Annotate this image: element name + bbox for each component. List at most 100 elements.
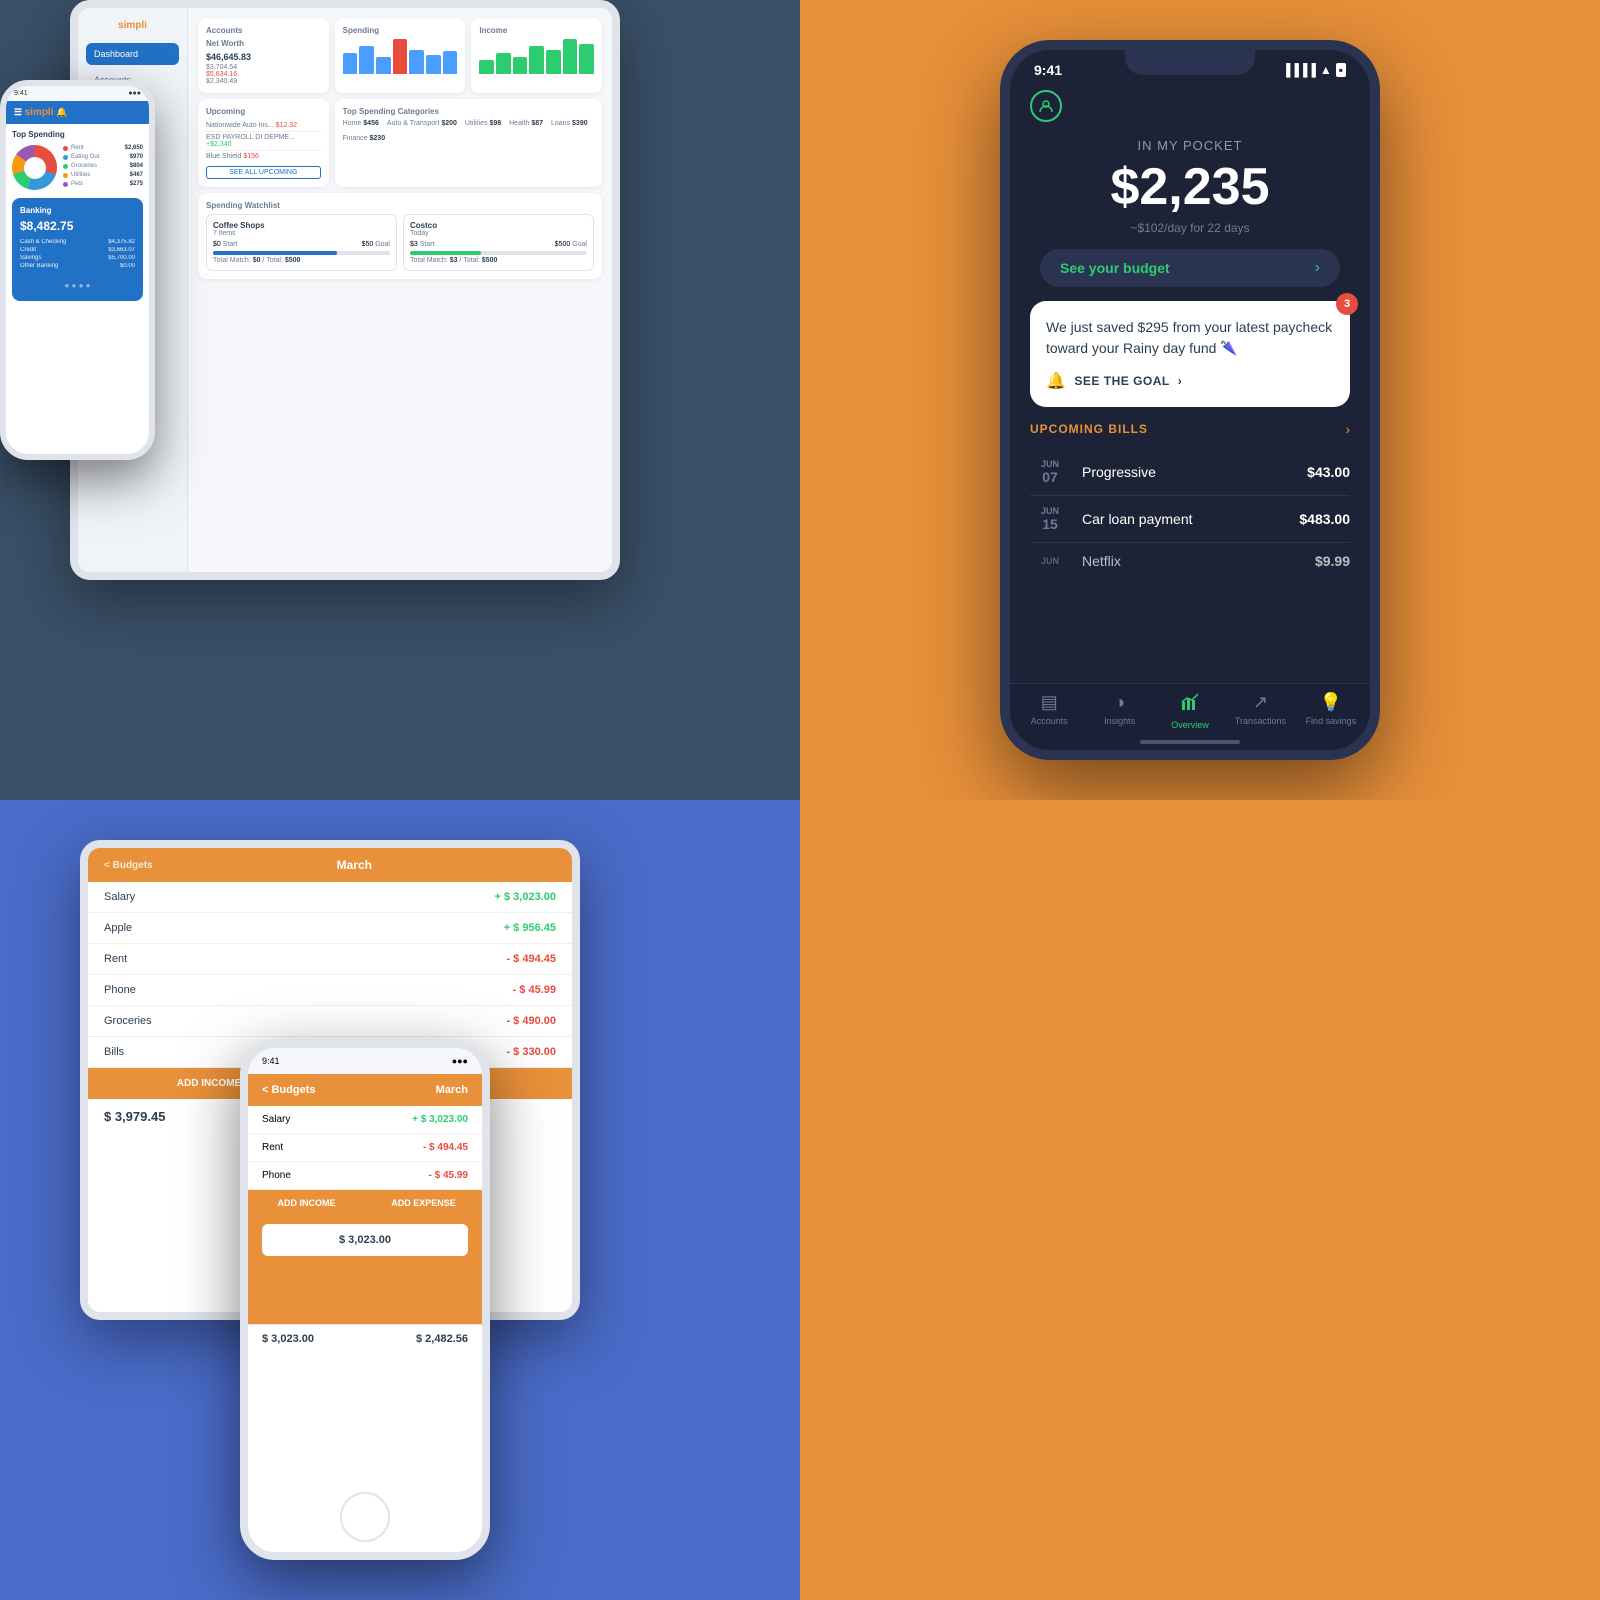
bell-icon: 🔔 <box>1046 371 1066 391</box>
spending-watchlist-card: Spending Watchlist Coffee Shops 7 items … <box>198 193 602 279</box>
overview-tab-label: Overview <box>1171 720 1209 730</box>
total-label2: $ 2,482.56 <box>416 1333 468 1345</box>
rent-name: Rent <box>104 953 127 965</box>
budget-phone-list: Salary + $ 3,023.00 Rent - $ 494.45 Phon… <box>248 1106 482 1190</box>
apple-amount: + $ 956.45 <box>504 922 556 934</box>
status-icons: ▐▐▐▐ ▲ ▪ <box>1282 63 1346 77</box>
phone-add-income-button[interactable]: ADD INCOME <box>248 1190 365 1216</box>
banking-credit: Credit $3,663.07 <box>20 247 135 253</box>
income-card: Income <box>471 18 602 93</box>
top-spending-title: Top Spending <box>12 130 143 139</box>
watchlist-items: Coffee Shops 7 items $0 Start $50 Goal T… <box>206 214 594 271</box>
banking-amount: $8,482.75 <box>20 219 135 233</box>
top-left-quadrant: simpli Dashboard Accounts Budgets Goals … <box>0 0 800 800</box>
upcoming-bills-arrow[interactable]: › <box>1345 421 1350 437</box>
spending-bar-chart <box>343 39 458 74</box>
bottom-right-quadrant <box>800 800 1600 1600</box>
sidebar-item-dashboard[interactable]: Dashboard <box>86 43 179 65</box>
budget-phone-inner: 9:41 ●●● < Budgets March Salary + $ 3,02… <box>248 1048 482 1552</box>
rent-label: Rent <box>71 145 122 151</box>
progressive-day: 07 <box>1042 469 1058 485</box>
user-icon-area <box>1030 82 1350 126</box>
phone-frame: 9:41 ▐▐▐▐ ▲ ▪ <box>1000 40 1380 760</box>
budget-row-apple: Apple + $ 956.45 <box>88 913 572 944</box>
top-categories-title: Top Spending Categories <box>343 107 594 116</box>
budget-row-groceries: Groceries - $ 490.00 <box>88 1006 572 1037</box>
savings-badge: 3 <box>1336 293 1358 315</box>
phone-name: Phone <box>104 984 136 996</box>
budget-area: < Budgets March Salary + $ 3,023.00 Appl… <box>40 840 760 1560</box>
phone-row-rent: Rent - $ 494.45 <box>248 1134 482 1162</box>
rent-dot <box>63 146 68 151</box>
banking-other: Other Banking $0.00 <box>20 263 135 269</box>
bills-amount: - $ 330.00 <box>506 1046 556 1058</box>
pets-dot <box>63 182 68 187</box>
budget-phone-footer <box>248 1264 482 1324</box>
netflix-month: JUN <box>1041 556 1059 566</box>
income-card-title: Income <box>479 26 594 35</box>
wifi-icon: ▲ <box>1320 63 1332 77</box>
phone-add-expense-button[interactable]: ADD EXPENSE <box>365 1190 482 1216</box>
budget-phone-status: 9:41 ●●● <box>248 1048 482 1074</box>
user-avatar[interactable] <box>1030 90 1062 122</box>
savings-tab-icon: 💡 <box>1320 692 1342 713</box>
pocket-subtitle: ~$102/day for 22 days <box>1030 221 1350 235</box>
account-items: $3,704.54$5,634.16$2,340.49 <box>206 64 321 85</box>
budget-row-salary: Salary + $ 3,023.00 <box>88 882 572 913</box>
small-phone-content: Top Spending Rent $2,650 Eating Out $970 <box>6 124 149 307</box>
budget-phone-total-section: $ 3,023.00 <box>248 1216 482 1264</box>
groceries-amount: $804 <box>130 163 143 169</box>
tab-accounts[interactable]: ▤ Accounts <box>1014 692 1084 730</box>
spending-card-title: Spending <box>343 26 458 35</box>
status-time: 9:41 <box>1034 62 1062 78</box>
netflix-name: Netflix <box>1082 553 1315 569</box>
banking-section: Banking $8,482.75 Cash & Checking $4,375… <box>12 198 143 301</box>
tab-transactions[interactable]: ↗ Transactions <box>1225 692 1295 730</box>
utilities-label: Utilities <box>71 172 127 178</box>
budget-phone-actions: ADD INCOME ADD EXPENSE <box>248 1190 482 1216</box>
see-budget-button[interactable]: See your budget › <box>1040 249 1340 287</box>
carloan-day: 15 <box>1042 516 1058 532</box>
net-worth-label: Net Worth <box>206 39 321 48</box>
donut-chart-area: Rent $2,650 Eating Out $970 Groceries $8… <box>12 145 143 190</box>
budget-phone-header: < Budgets March <box>248 1074 482 1106</box>
budget-back-label[interactable]: < Budgets <box>104 860 153 871</box>
groceries-dot <box>63 164 68 169</box>
bill-item-carloan: JUN 15 Car loan payment $483.00 <box>1030 496 1350 543</box>
phone-content: IN MY POCKET $2,235 ~$102/day for 22 day… <box>1010 82 1370 579</box>
tab-insights[interactable]: ◑ Insights <box>1084 692 1154 730</box>
phone-home-button[interactable] <box>340 1492 390 1542</box>
phone-row-phone: Phone - $ 45.99 <box>248 1162 482 1190</box>
category-tags: Home $456 Auto & Transport $200 Utilitie… <box>343 120 594 142</box>
costco-label: Costco <box>410 221 587 230</box>
savings-card: 3 We just saved $295 from your latest pa… <box>1030 301 1350 407</box>
battery-icon: ▪ <box>1336 63 1346 77</box>
tab-find-savings[interactable]: 💡 Find savings <box>1296 692 1366 730</box>
tab-overview[interactable]: Overview <box>1155 692 1225 730</box>
phone-amount: - $ 45.99 <box>513 984 556 996</box>
insights-tab-icon: ◑ <box>1114 692 1125 713</box>
apple-name: Apple <box>104 922 132 934</box>
rent-budget-amount: - $ 494.45 <box>506 953 556 965</box>
see-all-btn[interactable]: SEE ALL UPCOMING <box>206 166 321 179</box>
budget-month: March <box>337 858 372 872</box>
budget-phone-back[interactable]: < Budgets <box>262 1084 315 1096</box>
pets-label: Pets <box>71 181 127 187</box>
budget-btn-arrow: › <box>1315 259 1320 277</box>
accounts-tab-icon: ▤ <box>1041 692 1058 713</box>
upcoming-card: Upcoming Nationwide Auto Ins... $12.32 E… <box>198 99 329 187</box>
budget-phone-total-inner: $ 3,023.00 <box>262 1224 468 1256</box>
phone-row-salary: Salary + $ 3,023.00 <box>248 1106 482 1134</box>
budget-header: < Budgets March <box>88 848 572 882</box>
see-goal-button[interactable]: 🔔 SEE THE GOAL › <box>1046 371 1334 391</box>
banking-checking: Cash & Checking $4,375.82 <box>20 239 135 245</box>
upcoming-items: Nationwide Auto Ins... $12.32 ESD PAYROL… <box>206 120 321 162</box>
budget-phone-month: March <box>436 1084 468 1096</box>
signal-icon: ▐▐▐▐ <box>1282 63 1316 77</box>
groceries-budget-name: Groceries <box>104 1015 152 1027</box>
small-phone-status: 9:41 ●●● <box>6 86 149 101</box>
budget-row-phone: Phone - $ 45.99 <box>88 975 572 1006</box>
budget-phone: 9:41 ●●● < Budgets March Salary + $ 3,02… <box>240 1040 490 1560</box>
accounts-card-title: Accounts <box>206 26 321 35</box>
banking-title: Banking <box>20 206 135 215</box>
